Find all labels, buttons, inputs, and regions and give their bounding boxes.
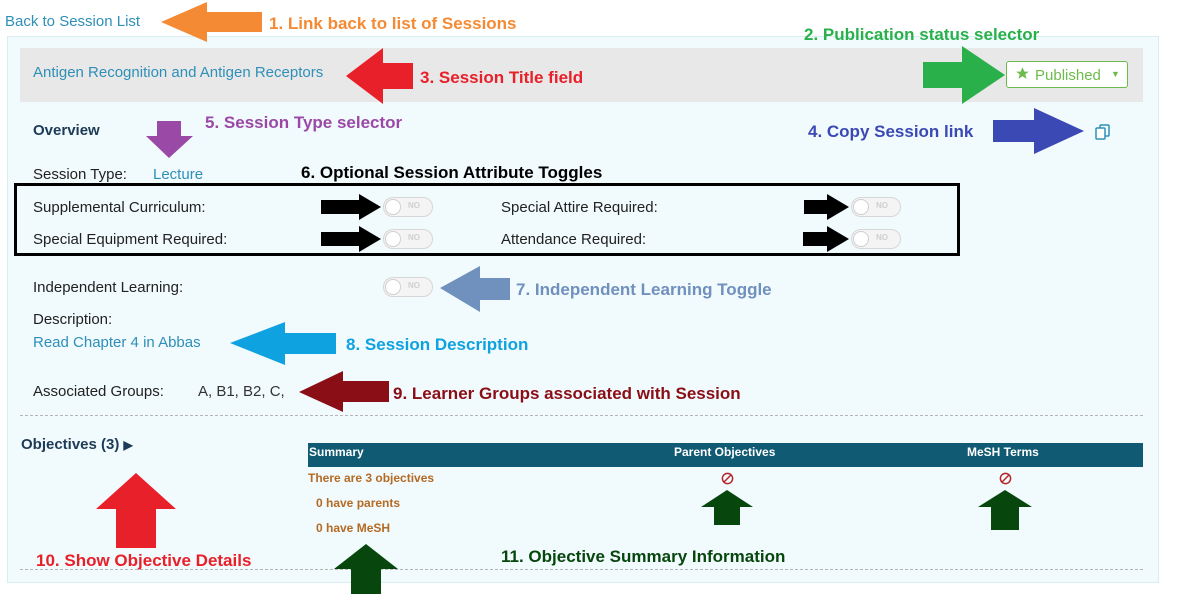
annotation-arrow [299, 371, 389, 412]
annotation-arrow [230, 322, 336, 365]
annotation-arrow [978, 490, 1032, 530]
annotation-label: 4. Copy Session link [808, 122, 974, 141]
annotation-arrow [96, 473, 176, 548]
annotation-arrow [161, 2, 262, 42]
annotation-arrow [146, 121, 193, 158]
annotation-label: 6. Optional Session Attribute Toggles [301, 163, 603, 182]
annotation-arrow [804, 194, 849, 220]
annotation-label: 5. Session Type selector [205, 113, 403, 132]
annotation-arrow [993, 108, 1084, 154]
annotation-arrow [440, 266, 510, 312]
annotation-arrow [334, 544, 398, 594]
annotation-arrow [923, 46, 1005, 104]
annotation-label: 7. Independent Learning Toggle [516, 280, 772, 299]
annotation-arrow [803, 226, 849, 252]
annotation-arrow [701, 490, 753, 525]
annotation-arrow [321, 194, 381, 220]
annotation-label: 3. Session Title field [420, 68, 584, 87]
annotation-arrow [346, 48, 413, 104]
annotation-label: 9. Learner Groups associated with Sessio… [393, 384, 741, 403]
annotation-label: 2. Publication status selector [804, 25, 1040, 44]
annotation-label: 1. Link back to list of Sessions [269, 14, 517, 33]
annotation-arrow [321, 226, 381, 252]
annotation-label: 8. Session Description [346, 335, 529, 354]
annotation-label: 10. Show Objective Details [36, 551, 252, 570]
annotation-arrows [96, 2, 1084, 594]
annotation-label: 11. Objective Summary Information [501, 547, 786, 566]
